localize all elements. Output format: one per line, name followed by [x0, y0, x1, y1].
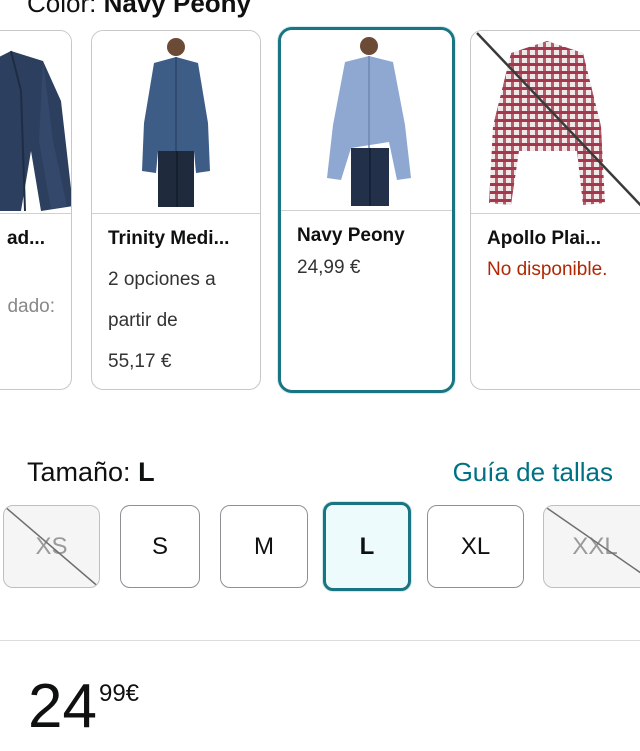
price-cents: 99: [98, 680, 126, 707]
size-guide-link[interactable]: Guía de tallas: [453, 457, 613, 488]
swatch-options-line: partir de: [108, 310, 178, 331]
color-value: Navy Peony: [103, 0, 251, 18]
size-label: Tamaño: L: [27, 457, 155, 488]
product-price: 2499€: [28, 672, 139, 742]
swatch-options-line: 2 opciones a: [108, 269, 216, 290]
price-fraction: 99€: [99, 680, 139, 707]
swatch-name: Navy Peony: [297, 225, 405, 246]
swatch-image: [471, 31, 640, 214]
size-option-label: XL: [460, 532, 491, 560]
size-option-l[interactable]: L: [323, 502, 411, 591]
color-swatch-trinity[interactable]: Trinity Medi... 2 opciones a partir de 5…: [91, 30, 261, 390]
swatch-image: [281, 30, 452, 211]
size-option-s[interactable]: S: [120, 505, 200, 588]
price-whole: 24: [28, 672, 97, 741]
swatch-image: [0, 31, 71, 214]
color-label-text: Color:: [27, 0, 97, 18]
color-swatch-apollo[interactable]: Apollo Plai... No disponible.: [470, 30, 640, 390]
size-option-label: S: [151, 532, 168, 560]
swatch-image: [92, 31, 260, 214]
price-currency: €: [125, 680, 140, 707]
size-label-text: Tamaño:: [27, 457, 131, 487]
shirt-image: [476, 32, 640, 207]
color-swatch-navy-peony[interactable]: Navy Peony 24,99 €: [278, 27, 455, 393]
color-label: Color: Navy Peony: [27, 0, 251, 19]
size-option-label: M: [254, 532, 274, 560]
swatch-price: 24,99 €: [297, 257, 361, 278]
section-divider: [0, 640, 640, 641]
shirt-image: [0, 50, 71, 212]
size-option-xl[interactable]: XL: [427, 505, 524, 588]
swatch-name: ad...: [6, 228, 45, 249]
unavailable-strike: [4, 506, 99, 587]
swatch-name: Trinity Medi...: [108, 228, 230, 249]
swatch-unavailable-status: No disponible.: [487, 259, 608, 280]
size-option-xxl[interactable]: XXL: [543, 505, 640, 588]
color-swatch-navy-dark[interactable]: ad... dado:: [0, 30, 72, 390]
swatch-options: 2 opciones a partir de 55,17 €: [108, 259, 216, 382]
swatch-name: Apollo Plai...: [487, 228, 602, 249]
shirt-image: [142, 38, 210, 207]
swatch-options-line: 55,17 €: [108, 351, 172, 372]
size-option-m[interactable]: M: [220, 505, 308, 588]
unavailable-strike: [544, 506, 640, 574]
swatch-sub: dado:: [7, 296, 55, 317]
size-value: L: [138, 457, 155, 487]
size-option-label: L: [359, 532, 375, 560]
size-option-xs[interactable]: XS: [3, 505, 100, 588]
shirt-image: [327, 37, 411, 206]
